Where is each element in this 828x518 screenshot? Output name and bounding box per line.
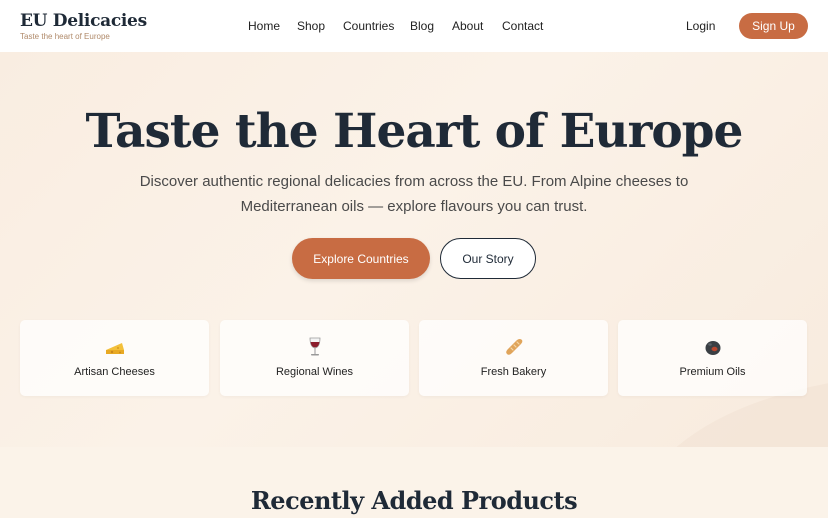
login-link[interactable]: Login: [686, 19, 715, 33]
nav-about[interactable]: About: [452, 19, 483, 33]
nav-countries[interactable]: Countries: [343, 19, 394, 33]
olive-icon: [705, 341, 720, 355]
hero-section: Taste the Heart of Europe Discover authe…: [0, 52, 828, 447]
category-cards: Artisan Cheeses Regional Wines Fresh Bak…: [20, 320, 808, 396]
brand-logo[interactable]: EU Delicacies Taste the heart of Europe: [20, 12, 147, 41]
category-label: Premium Oils: [679, 366, 746, 378]
category-label: Regional Wines: [275, 366, 354, 378]
nav-shop[interactable]: Shop: [297, 19, 325, 33]
nav-blog[interactable]: Blog: [410, 19, 434, 33]
brand-tagline: Taste the heart of Europe: [20, 32, 110, 41]
hero-subtitle: Discover authentic regional delicacies f…: [139, 173, 689, 215]
category-card-cheeses[interactable]: Artisan Cheeses: [20, 320, 209, 396]
site-header: EU Delicacies Taste the heart of Europe …: [0, 0, 828, 52]
category-label: Fresh Bakery: [480, 366, 547, 378]
category-label: Artisan Cheeses: [74, 366, 155, 378]
wine-glass-icon: [309, 337, 320, 356]
category-card-oils[interactable]: Premium Oils: [618, 320, 807, 396]
signup-button[interactable]: Sign Up: [739, 13, 808, 39]
our-story-button[interactable]: Our Story: [440, 238, 536, 279]
cheese-icon: [105, 343, 124, 354]
nav-contact[interactable]: Contact: [502, 19, 543, 33]
explore-countries-button[interactable]: Explore Countries: [292, 238, 430, 279]
nav-home[interactable]: Home: [248, 19, 280, 33]
baguette-icon: [505, 339, 522, 355]
hero-title: Taste the Heart of Europe: [85, 104, 744, 159]
recently-added-heading: Recently Added Products: [250, 486, 578, 515]
category-card-bakery[interactable]: Fresh Bakery: [419, 320, 608, 396]
category-card-wines[interactable]: Regional Wines: [220, 320, 409, 396]
brand-title[interactable]: EU Delicacies: [20, 12, 147, 30]
